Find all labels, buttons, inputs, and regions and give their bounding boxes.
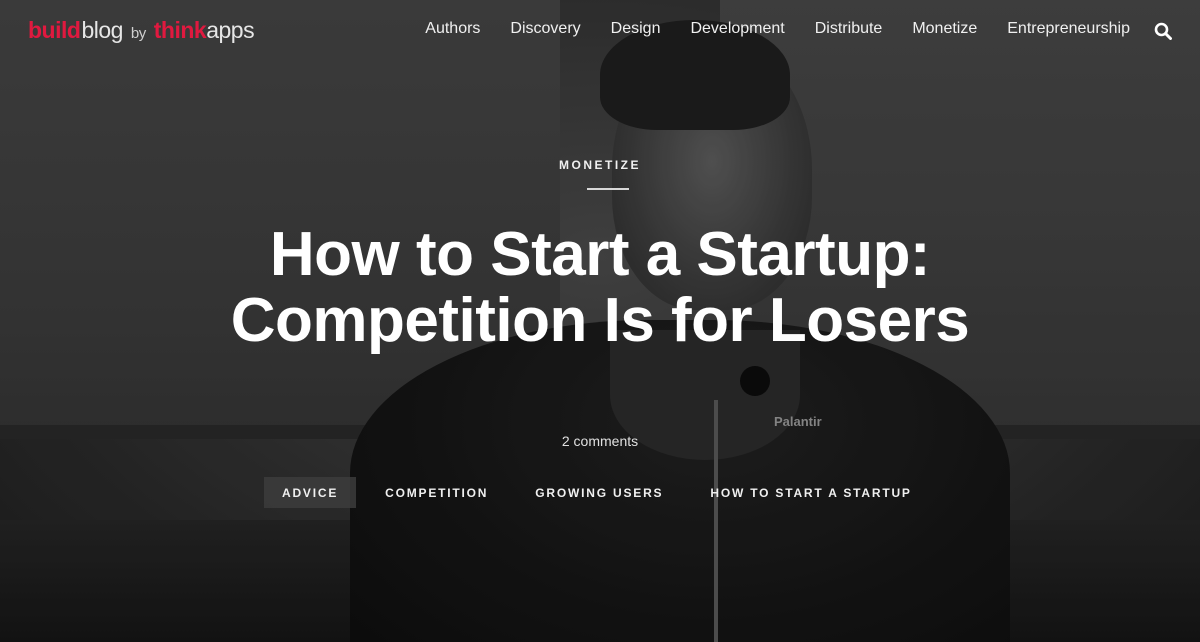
- logo-build: build: [28, 17, 81, 43]
- logo-apps: apps: [206, 17, 255, 43]
- logo-blog: blog: [81, 17, 123, 43]
- comments-link[interactable]: 2 comments: [0, 433, 1200, 449]
- site-logo[interactable]: build blog by think apps: [28, 17, 255, 44]
- site-header: build blog by think apps Authors Discovery…: [0, 0, 1200, 62]
- logo-by: by: [130, 25, 146, 42]
- nav-entrepreneurship[interactable]: Entrepreneurship: [1007, 20, 1130, 38]
- tag-competition[interactable]: COMPETITION: [367, 477, 506, 508]
- post-title: How to Start a Startup: Competition Is f…: [100, 222, 1100, 354]
- nav-distribute[interactable]: Distribute: [815, 20, 883, 38]
- logo-think: think: [153, 17, 207, 43]
- tag-list: ADVICE COMPETITION GROWING USERS HOW TO …: [264, 477, 941, 508]
- nav-development[interactable]: Development: [690, 20, 784, 38]
- nav-design[interactable]: Design: [611, 20, 661, 38]
- search-icon[interactable]: [1154, 22, 1172, 40]
- tag-advice[interactable]: ADVICE: [264, 477, 357, 508]
- nav-discovery[interactable]: Discovery: [510, 20, 580, 38]
- comments-count[interactable]: 2 comments: [562, 433, 638, 449]
- post-category[interactable]: MONETIZE: [0, 158, 1200, 172]
- hero: Palantir build blog by think apps Authors …: [0, 0, 1200, 642]
- tag-growing-users[interactable]: GROWING USERS: [517, 477, 681, 508]
- main-nav: Authors Discovery Design Development Dis…: [425, 20, 1130, 38]
- tag-how-to-start-a-startup[interactable]: HOW TO START A STARTUP: [692, 477, 929, 508]
- category-divider: [587, 188, 629, 190]
- nav-authors[interactable]: Authors: [425, 20, 480, 38]
- nav-monetize[interactable]: Monetize: [912, 20, 977, 38]
- post-title-line1: How to Start a Startup:: [269, 220, 931, 289]
- post-title-line2: Competition Is for Losers: [230, 286, 970, 355]
